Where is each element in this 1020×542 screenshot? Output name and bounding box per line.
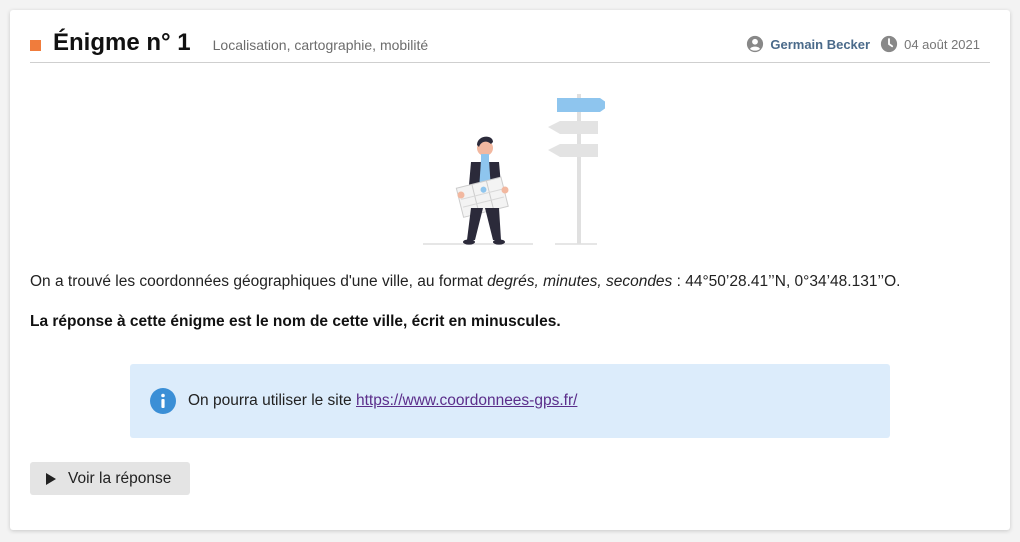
- description-prefix: On a trouvé les coordonnées géographique…: [30, 273, 488, 290]
- clock-icon: [880, 35, 898, 53]
- coordinates-site-link[interactable]: https://www.coordonnees-gps.fr/: [356, 392, 577, 409]
- description-format: degrés, minutes, secondes: [487, 273, 673, 290]
- info-icon: [150, 388, 176, 414]
- author-name[interactable]: Germain Becker: [770, 37, 870, 52]
- enigme-card: Énigme n° 1 Localisation, cartographie, …: [10, 10, 1010, 530]
- description-coordinates: : 44°50’28.41’’N, 0°34’48.131’’O.: [672, 273, 901, 290]
- category-subtitle: Localisation, cartographie, mobilité: [212, 37, 429, 53]
- page-title: Énigme n° 1: [53, 29, 191, 56]
- publish-date: 04 août 2021: [904, 36, 980, 52]
- show-answer-label: Voir la réponse: [68, 469, 172, 487]
- card-header: Énigme n° 1 Localisation, cartographie, …: [30, 24, 990, 63]
- puzzle-description: On a trouvé les coordonnées géographique…: [30, 273, 900, 291]
- user-icon: [747, 35, 764, 53]
- show-answer-button[interactable]: Voir la réponse: [30, 462, 190, 495]
- info-prefix: On pourra utiliser le site: [188, 392, 356, 409]
- answer-instruction: La réponse à cette énigme est le nom de …: [30, 313, 561, 330]
- signpost-illustration: [423, 94, 605, 245]
- info-text: On pourra utiliser le site https://www.c…: [188, 392, 577, 410]
- play-icon: [46, 472, 56, 485]
- meta-info: Germain Becker 04 août 2021: [746, 35, 990, 53]
- title-marker: [30, 39, 41, 51]
- info-box: On pourra utiliser le site https://www.c…: [130, 364, 890, 438]
